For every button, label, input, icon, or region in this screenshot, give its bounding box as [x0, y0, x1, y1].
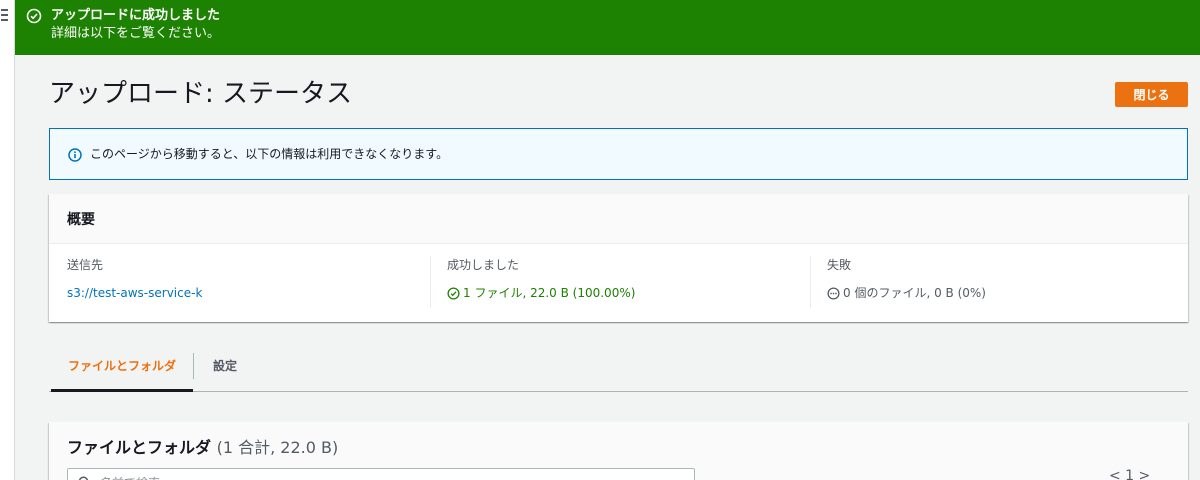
- pagination[interactable]: < 1 >: [1109, 468, 1150, 480]
- left-nav-rail: [0, 0, 15, 480]
- succeeded-label: 成功しました: [447, 258, 520, 272]
- pending-icon: [827, 286, 840, 300]
- destination-label: 送信先: [67, 258, 104, 272]
- files-title-text: ファイルとフォルダ: [67, 438, 212, 457]
- files-panel: ファイルとフォルダ (1 合計, 22.0 B) < 1 >: [49, 422, 1188, 480]
- files-title: ファイルとフォルダ (1 合計, 22.0 B): [67, 437, 338, 459]
- destination-column: 送信先 s3://test-aws-service-k: [67, 256, 427, 308]
- destination-link[interactable]: s3://test-aws-service-k: [67, 284, 202, 302]
- search-box[interactable]: [67, 468, 695, 480]
- summary-header: 概要: [49, 194, 1188, 244]
- close-button[interactable]: 閉じる: [1115, 82, 1188, 107]
- check-circle-icon: [26, 8, 42, 24]
- failed-label: 失敗: [827, 258, 852, 272]
- success-icon: [447, 286, 460, 300]
- succeeded-column: 成功しました 1 ファイル, 22.0 B (100.00%): [430, 256, 810, 308]
- failed-value: 0 個のファイル, 0 B (0%): [843, 286, 986, 300]
- tab-divider: [193, 353, 194, 379]
- search-input[interactable]: [98, 473, 678, 480]
- tab-settings[interactable]: 設定: [213, 340, 237, 392]
- menu-icon[interactable]: [1, 9, 9, 24]
- tab-bar: ファイルとフォルダ 設定: [49, 340, 1188, 392]
- info-text: このページから移動すると、以下の情報は利用できなくなります。: [90, 147, 449, 161]
- info-alert: このページから移動すると、以下の情報は利用できなくなります。: [49, 128, 1188, 180]
- files-count: (1 合計, 22.0 B): [216, 438, 339, 457]
- search-icon: [78, 476, 89, 480]
- info-icon: [68, 148, 82, 162]
- flash-title: アップロードに成功しました: [51, 8, 221, 23]
- summary-panel: 概要 送信先 s3://test-aws-service-k 成功しました 1 …: [49, 194, 1188, 322]
- success-flash-banner: アップロードに成功しました 詳細は以下をご覧ください。: [15, 0, 1200, 55]
- flash-subtitle: 詳細は以下をご覧ください。: [51, 26, 221, 41]
- succeeded-value: 1 ファイル, 22.0 B (100.00%): [463, 286, 636, 300]
- page-title: アップロード: ステータス: [49, 79, 353, 109]
- failed-column: 失敗 0 個のファイル, 0 B (0%): [810, 256, 1188, 308]
- summary-title: 概要: [67, 212, 95, 228]
- tab-files-and-folders[interactable]: ファイルとフォルダ: [51, 340, 193, 392]
